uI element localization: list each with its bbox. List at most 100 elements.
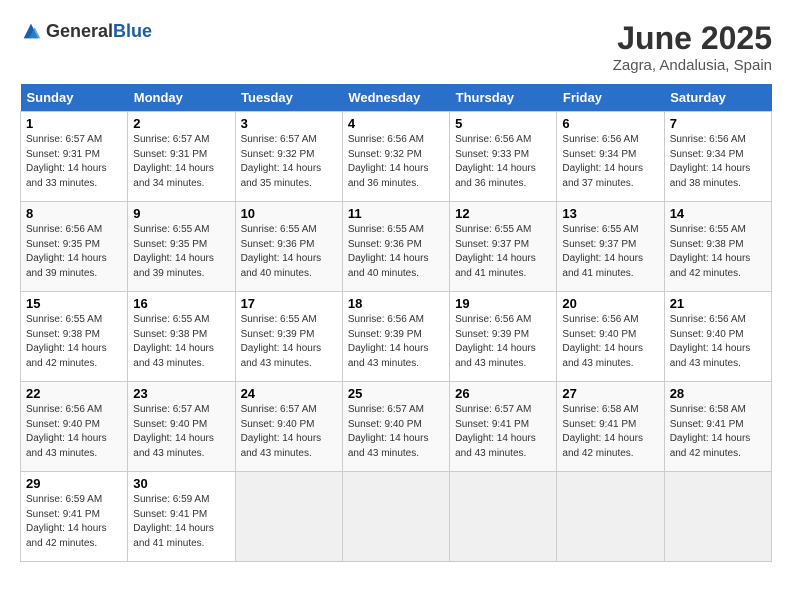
calendar-day-cell: 20 Sunrise: 6:56 AM Sunset: 9:40 PM Dayli… xyxy=(557,292,664,382)
calendar-day-cell: 11Sunrise: 6:55 AM Sunset: 9:36 PM Dayli… xyxy=(342,202,449,292)
logo-icon xyxy=(20,20,42,42)
calendar-day-cell: 28 Sunrise: 6:58 AM Sunset: 9:41 PM Dayli… xyxy=(664,382,771,472)
day-number: 23 xyxy=(133,386,229,401)
day-number: 24 xyxy=(241,386,337,401)
day-of-week-header: Friday xyxy=(557,84,664,112)
day-info: Sunrise: 6:57 AM Sunset: 9:32 PM Dayligh… xyxy=(241,133,337,191)
day-number: 19 xyxy=(455,296,551,311)
calendar-day-cell: 17 Sunrise: 6:55 AM Sunset: 9:39 PM Dayli… xyxy=(235,292,342,382)
title-area: June 2025 Zagra, Andalusia, Spain xyxy=(613,20,772,74)
day-info: Sunrise: 6:55 AM Sunset: 9:38 PM Dayligh… xyxy=(26,313,122,371)
day-number: 3 xyxy=(241,116,337,131)
day-number: 4 xyxy=(348,116,444,131)
day-number: 28 xyxy=(670,386,766,401)
calendar-day-cell xyxy=(450,472,557,562)
day-number: 13 xyxy=(562,206,658,221)
day-number: 17 xyxy=(241,296,337,311)
day-of-week-header: Monday xyxy=(128,84,235,112)
day-of-week-header: Thursday xyxy=(450,84,557,112)
day-number: 1 xyxy=(26,116,122,131)
calendar-day-cell: 19 Sunrise: 6:56 AM Sunset: 9:39 PM Dayli… xyxy=(450,292,557,382)
day-number: 8 xyxy=(26,206,122,221)
calendar-day-cell: 16Sunrise: 6:55 AM Sunset: 9:38 PM Dayli… xyxy=(128,292,235,382)
day-number: 26 xyxy=(455,386,551,401)
day-of-week-header: Tuesday xyxy=(235,84,342,112)
calendar-week-row: 1 Sunrise: 6:57 AM Sunset: 9:31 PM Daylig… xyxy=(21,112,772,202)
calendar-week-row: 8 Sunrise: 6:56 AM Sunset: 9:35 PM Daylig… xyxy=(21,202,772,292)
calendar-day-cell: 9Sunrise: 6:55 AM Sunset: 9:35 PM Daylig… xyxy=(128,202,235,292)
day-info: Sunrise: 6:57 AM Sunset: 9:40 PM Dayligh… xyxy=(348,403,444,461)
calendar-day-cell: 27 Sunrise: 6:58 AM Sunset: 9:41 PM Dayli… xyxy=(557,382,664,472)
day-info: Sunrise: 6:56 AM Sunset: 9:33 PM Dayligh… xyxy=(455,133,551,191)
day-info: Sunrise: 6:57 AM Sunset: 9:31 PM Dayligh… xyxy=(26,133,122,191)
calendar-day-cell: 7 Sunrise: 6:56 AM Sunset: 9:34 PM Daylig… xyxy=(664,112,771,202)
day-number: 2 xyxy=(133,116,229,131)
calendar-day-cell xyxy=(342,472,449,562)
calendar-day-cell: 5 Sunrise: 6:56 AM Sunset: 9:33 PM Daylig… xyxy=(450,112,557,202)
day-number: 15 xyxy=(26,296,122,311)
calendar-day-cell: 21 Sunrise: 6:56 AM Sunset: 9:40 PM Dayli… xyxy=(664,292,771,382)
day-info: Sunrise: 6:57 AM Sunset: 9:40 PM Dayligh… xyxy=(133,403,229,461)
subtitle: Zagra, Andalusia, Spain xyxy=(613,57,772,74)
day-info: Sunrise: 6:56 AM Sunset: 9:35 PM Dayligh… xyxy=(26,223,122,281)
day-number: 6 xyxy=(562,116,658,131)
day-info: Sunrise: 6:56 AM Sunset: 9:40 PM Dayligh… xyxy=(26,403,122,461)
day-info: Sunrise: 6:58 AM Sunset: 9:41 PM Dayligh… xyxy=(562,403,658,461)
day-info: Sunrise: 6:56 AM Sunset: 9:40 PM Dayligh… xyxy=(670,313,766,371)
day-number: 27 xyxy=(562,386,658,401)
day-info: Sunrise: 6:57 AM Sunset: 9:31 PM Dayligh… xyxy=(133,133,229,191)
calendar-day-cell xyxy=(235,472,342,562)
calendar-day-cell: 23 Sunrise: 6:57 AM Sunset: 9:40 PM Dayli… xyxy=(128,382,235,472)
calendar-day-cell: 29Sunrise: 6:59 AM Sunset: 9:41 PM Dayli… xyxy=(21,472,128,562)
day-info: Sunrise: 6:57 AM Sunset: 9:41 PM Dayligh… xyxy=(455,403,551,461)
day-info: Sunrise: 6:56 AM Sunset: 9:34 PM Dayligh… xyxy=(670,133,766,191)
day-info: Sunrise: 6:56 AM Sunset: 9:39 PM Dayligh… xyxy=(455,313,551,371)
logo: GeneralBlue xyxy=(20,20,152,42)
calendar-day-cell: 12Sunrise: 6:55 AM Sunset: 9:37 PM Dayli… xyxy=(450,202,557,292)
calendar-day-cell: 10Sunrise: 6:55 AM Sunset: 9:36 PM Dayli… xyxy=(235,202,342,292)
day-number: 25 xyxy=(348,386,444,401)
day-number: 5 xyxy=(455,116,551,131)
day-info: Sunrise: 6:55 AM Sunset: 9:38 PM Dayligh… xyxy=(670,223,766,281)
calendar-day-cell: 13 Sunrise: 6:55 AM Sunset: 9:37 PM Dayli… xyxy=(557,202,664,292)
day-number: 22 xyxy=(26,386,122,401)
day-info: Sunrise: 6:58 AM Sunset: 9:41 PM Dayligh… xyxy=(670,403,766,461)
day-number: 11 xyxy=(348,206,444,221)
day-number: 18 xyxy=(348,296,444,311)
day-info: Sunrise: 6:55 AM Sunset: 9:37 PM Dayligh… xyxy=(562,223,658,281)
day-of-week-header: Saturday xyxy=(664,84,771,112)
day-info: Sunrise: 6:56 AM Sunset: 9:40 PM Dayligh… xyxy=(562,313,658,371)
calendar-day-cell: 14Sunrise: 6:55 AM Sunset: 9:38 PM Dayli… xyxy=(664,202,771,292)
day-info: Sunrise: 6:59 AM Sunset: 9:41 PM Dayligh… xyxy=(26,493,122,551)
calendar-day-cell: 18 Sunrise: 6:56 AM Sunset: 9:39 PM Dayli… xyxy=(342,292,449,382)
logo-text-general: General xyxy=(46,21,113,41)
calendar-day-cell: 4 Sunrise: 6:56 AM Sunset: 9:32 PM Daylig… xyxy=(342,112,449,202)
day-info: Sunrise: 6:56 AM Sunset: 9:32 PM Dayligh… xyxy=(348,133,444,191)
day-of-week-header: Sunday xyxy=(21,84,128,112)
calendar-header: SundayMondayTuesdayWednesdayThursdayFrid… xyxy=(21,84,772,112)
day-number: 7 xyxy=(670,116,766,131)
calendar-day-cell: 22 Sunrise: 6:56 AM Sunset: 9:40 PM Dayli… xyxy=(21,382,128,472)
calendar-day-cell xyxy=(664,472,771,562)
day-info: Sunrise: 6:56 AM Sunset: 9:39 PM Dayligh… xyxy=(348,313,444,371)
logo-text-blue: Blue xyxy=(113,21,152,41)
main-title: June 2025 xyxy=(613,20,772,57)
header: GeneralBlue June 2025 Zagra, Andalusia, … xyxy=(20,20,772,74)
calendar-day-cell: 6Sunrise: 6:56 AM Sunset: 9:34 PM Daylig… xyxy=(557,112,664,202)
day-number: 21 xyxy=(670,296,766,311)
calendar-day-cell: 8 Sunrise: 6:56 AM Sunset: 9:35 PM Daylig… xyxy=(21,202,128,292)
calendar-day-cell: 30Sunrise: 6:59 AM Sunset: 9:41 PM Dayli… xyxy=(128,472,235,562)
day-info: Sunrise: 6:57 AM Sunset: 9:40 PM Dayligh… xyxy=(241,403,337,461)
calendar-day-cell xyxy=(557,472,664,562)
calendar-day-cell: 26 Sunrise: 6:57 AM Sunset: 9:41 PM Dayli… xyxy=(450,382,557,472)
day-info: Sunrise: 6:55 AM Sunset: 9:39 PM Dayligh… xyxy=(241,313,337,371)
day-info: Sunrise: 6:55 AM Sunset: 9:36 PM Dayligh… xyxy=(241,223,337,281)
day-number: 20 xyxy=(562,296,658,311)
day-number: 30 xyxy=(133,476,229,491)
day-info: Sunrise: 6:55 AM Sunset: 9:37 PM Dayligh… xyxy=(455,223,551,281)
calendar-day-cell: 24 Sunrise: 6:57 AM Sunset: 9:40 PM Dayli… xyxy=(235,382,342,472)
calendar-day-cell: 2 Sunrise: 6:57 AM Sunset: 9:31 PM Daylig… xyxy=(128,112,235,202)
calendar-week-row: 15 Sunrise: 6:55 AM Sunset: 9:38 PM Dayli… xyxy=(21,292,772,382)
day-of-week-header: Wednesday xyxy=(342,84,449,112)
calendar-table: SundayMondayTuesdayWednesdayThursdayFrid… xyxy=(20,84,772,562)
